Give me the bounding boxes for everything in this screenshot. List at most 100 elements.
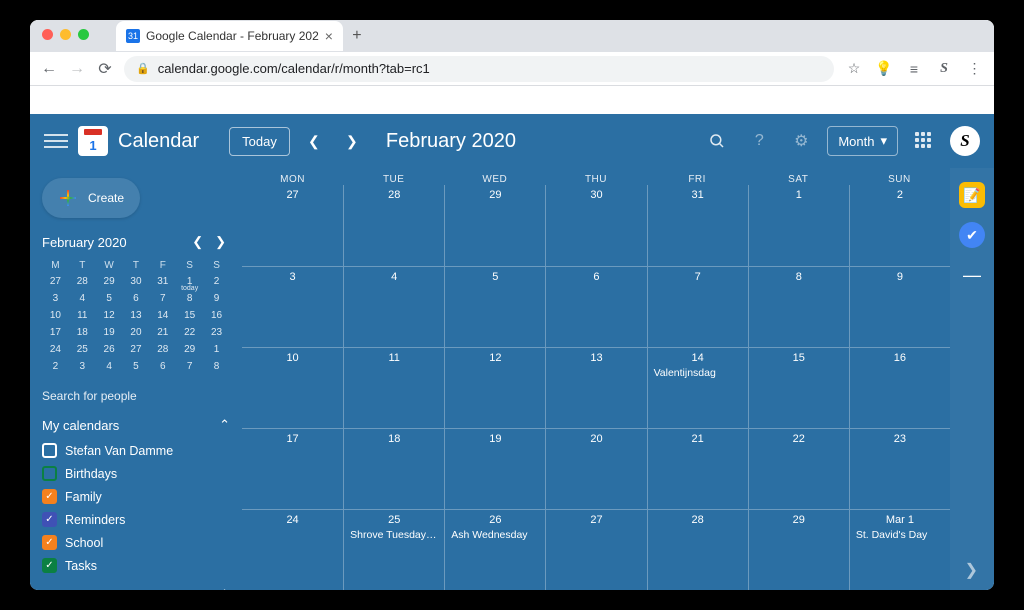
day-cell[interactable]: 24 <box>242 509 343 590</box>
calendar-checkbox[interactable] <box>42 443 57 458</box>
mini-day[interactable]: 7 <box>176 358 203 375</box>
google-apps-icon[interactable] <box>908 125 940 157</box>
day-cell[interactable]: Mar 1St. David's Day <box>849 509 950 590</box>
mini-next-button[interactable]: ❯ <box>211 232 230 252</box>
day-cell[interactable]: 4 <box>343 266 444 347</box>
mini-day[interactable]: 16 <box>203 307 230 324</box>
calendar-item[interactable]: Stefan Van Damme <box>42 439 230 462</box>
calendar-item[interactable]: Family <box>42 485 230 508</box>
day-cell[interactable]: 1 <box>748 185 849 266</box>
minimize-window-button[interactable] <box>60 29 71 40</box>
next-period-button[interactable]: ❯ <box>338 127 366 155</box>
calendar-checkbox[interactable] <box>42 535 57 550</box>
mini-calendar[interactable]: MTWTFSS 27282930311234567891011121314151… <box>42 258 230 375</box>
calendar-checkbox[interactable] <box>42 466 57 481</box>
view-switcher[interactable]: Month ▾ <box>827 126 898 156</box>
mini-day[interactable]: 22 <box>176 324 203 341</box>
maximize-window-button[interactable] <box>78 29 89 40</box>
mini-day[interactable]: 15 <box>176 307 203 324</box>
mini-day[interactable]: 2 <box>203 273 230 290</box>
day-cell[interactable]: 19 <box>444 428 545 509</box>
day-cell[interactable]: 5 <box>444 266 545 347</box>
day-cell[interactable]: 10 <box>242 347 343 428</box>
day-cell[interactable]: 29 <box>748 509 849 590</box>
lines-extension-icon[interactable]: ≡ <box>904 59 924 79</box>
day-cell[interactable]: 12 <box>444 347 545 428</box>
mini-day[interactable]: 6 <box>149 358 176 375</box>
day-cell[interactable]: 30 <box>545 185 646 266</box>
day-cell[interactable]: 26Ash Wednesday <box>444 509 545 590</box>
mini-day[interactable]: 8 <box>203 358 230 375</box>
mini-day[interactable]: 24 <box>42 341 69 358</box>
new-tab-button[interactable]: + <box>343 22 371 50</box>
day-cell[interactable]: 21 <box>647 428 748 509</box>
day-cell[interactable]: 16 <box>849 347 950 428</box>
support-icon[interactable]: ? <box>743 125 775 157</box>
calendar-checkbox[interactable] <box>42 489 57 504</box>
keep-icon[interactable]: 📝 <box>959 182 985 208</box>
mini-day[interactable]: 19 <box>96 324 123 341</box>
account-avatar[interactable]: S <box>950 126 980 156</box>
calendar-checkbox[interactable] <box>42 558 57 573</box>
day-cell[interactable]: 15 <box>748 347 849 428</box>
mini-day[interactable]: 12 <box>96 307 123 324</box>
day-cell[interactable]: 25Shrove Tuesday/Mardi Gr <box>343 509 444 590</box>
mini-prev-button[interactable]: ❮ <box>188 232 207 252</box>
browser-tab-active[interactable]: 31 Google Calendar - February 202 × <box>116 21 343 51</box>
event-chip[interactable]: Shrove Tuesday/Mardi Gr <box>348 528 440 542</box>
add-other-calendar-icon[interactable]: + <box>200 587 208 590</box>
mini-day[interactable]: 25 <box>69 341 96 358</box>
mini-day[interactable]: 5 <box>123 358 150 375</box>
calendar-checkbox[interactable] <box>42 512 57 527</box>
mini-day[interactable]: 29 <box>96 273 123 290</box>
event-chip[interactable]: St. David's Day <box>854 528 946 542</box>
mini-day[interactable]: 29 <box>176 341 203 358</box>
day-cell[interactable]: 28 <box>647 509 748 590</box>
today-button[interactable]: Today <box>229 127 290 156</box>
collapse-other-calendars-icon[interactable]: ⌃ <box>219 587 230 590</box>
mini-day[interactable]: 27 <box>42 273 69 290</box>
day-cell[interactable]: 29 <box>444 185 545 266</box>
browser-menu-icon[interactable]: ⋮ <box>964 59 984 79</box>
mini-day[interactable]: 4 <box>69 290 96 307</box>
prev-period-button[interactable]: ❮ <box>300 127 328 155</box>
star-icon[interactable]: ☆ <box>844 59 864 79</box>
main-menu-icon[interactable] <box>44 129 68 153</box>
day-cell[interactable]: 17 <box>242 428 343 509</box>
mini-day[interactable]: 17 <box>42 324 69 341</box>
mini-day[interactable]: 1 <box>176 273 203 290</box>
mini-day[interactable]: 4 <box>96 358 123 375</box>
forward-button[interactable]: → <box>68 60 86 78</box>
mini-day[interactable]: 27 <box>123 341 150 358</box>
day-cell[interactable]: 3 <box>242 266 343 347</box>
hide-side-panel-icon[interactable]: ❯ <box>965 560 978 580</box>
create-button[interactable]: Create <box>42 178 140 218</box>
mini-day[interactable]: 11 <box>69 307 96 324</box>
settings-icon[interactable]: ⚙ <box>785 125 817 157</box>
calendar-item[interactable]: Tasks <box>42 554 230 577</box>
search-people-input[interactable]: Search for people <box>42 389 230 403</box>
mini-day[interactable]: 28 <box>149 341 176 358</box>
day-cell[interactable]: 31 <box>647 185 748 266</box>
reload-button[interactable]: ⟳ <box>96 60 114 78</box>
day-cell[interactable]: 18 <box>343 428 444 509</box>
mini-day[interactable]: 31 <box>149 273 176 290</box>
mini-day[interactable]: 1 <box>203 341 230 358</box>
mini-day[interactable]: 13 <box>123 307 150 324</box>
day-cell[interactable]: 27 <box>242 185 343 266</box>
day-cell[interactable]: 8 <box>748 266 849 347</box>
calendar-item[interactable]: Reminders <box>42 508 230 531</box>
mini-day[interactable]: 28 <box>69 273 96 290</box>
event-chip[interactable]: Ash Wednesday <box>449 528 541 542</box>
mini-day[interactable]: 7 <box>149 290 176 307</box>
mini-day[interactable]: 6 <box>123 290 150 307</box>
address-bar[interactable]: 🔒 calendar.google.com/calendar/r/month?t… <box>124 56 834 82</box>
mini-day[interactable]: 20 <box>123 324 150 341</box>
mini-day[interactable]: 8 <box>176 290 203 307</box>
mini-day[interactable]: 10 <box>42 307 69 324</box>
tasks-icon[interactable]: ✔ <box>959 222 985 248</box>
mini-day[interactable]: 9 <box>203 290 230 307</box>
calendar-item[interactable]: Birthdays <box>42 462 230 485</box>
day-cell[interactable]: 14Valentijnsdag <box>647 347 748 428</box>
mini-day[interactable]: 21 <box>149 324 176 341</box>
